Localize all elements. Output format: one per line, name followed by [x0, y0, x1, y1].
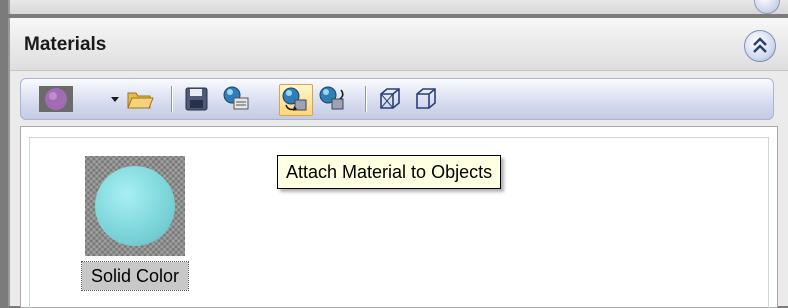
- collapse-chevron-icon[interactable]: [744, 30, 776, 62]
- wire-cube-icon[interactable]: [375, 84, 405, 114]
- detach-material-icon[interactable]: [317, 84, 347, 114]
- collapse-panel-icon[interactable]: [754, 0, 780, 14]
- material-sphere-preview: [95, 166, 175, 246]
- material-swatch-button[interactable]: [37, 84, 77, 114]
- panel-titlebar: Materials: [10, 18, 788, 71]
- panel-title: Materials: [24, 34, 107, 55]
- top-panel-strip: [8, 0, 788, 14]
- tooltip: Attach Material to Objects: [277, 155, 502, 189]
- toolbar-separator: [365, 86, 367, 112]
- save-floppy-icon[interactable]: [181, 84, 211, 114]
- get-material-icon[interactable]: [221, 84, 251, 114]
- toolbar-separator: [171, 86, 173, 112]
- materials-list-area: Solid Color: [20, 126, 778, 308]
- chevron-down-icon[interactable]: [109, 84, 121, 114]
- materials-toolbar: [20, 78, 774, 120]
- attach-material-icon[interactable]: [279, 84, 313, 116]
- cube-outline-icon[interactable]: [411, 84, 441, 114]
- folder-open-icon[interactable]: [125, 84, 155, 114]
- material-thumbnail[interactable]: [85, 156, 185, 256]
- material-name-label[interactable]: Solid Color: [81, 261, 189, 291]
